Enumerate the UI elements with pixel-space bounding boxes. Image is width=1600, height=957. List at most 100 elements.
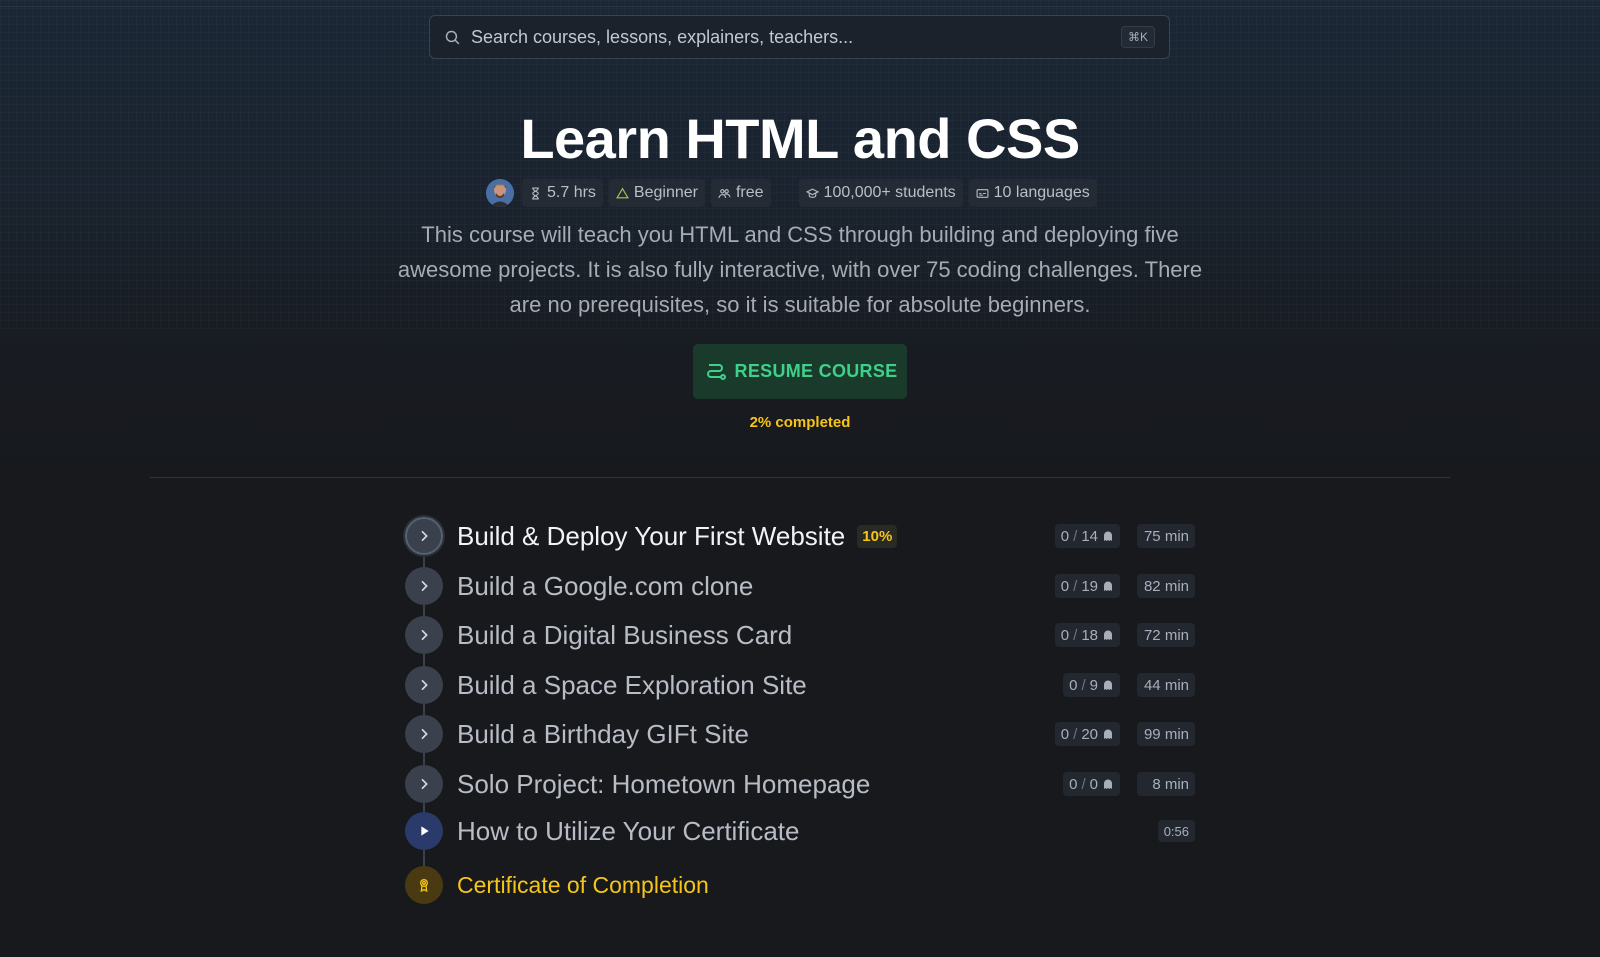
chevron-right-icon [421,778,428,790]
course-description: This course will teach you HTML and CSS … [397,222,1203,317]
ghost-icon [1104,729,1112,739]
challenges-total: 20 [1081,725,1098,743]
lesson-duration: 99 min [1137,722,1195,746]
course-meta: 5.7 hrs Beginner free 100,000+ students … [486,179,1097,207]
challenges-total: 0 [1089,775,1098,793]
expand-button[interactable] [405,666,443,704]
play-icon [421,826,429,836]
play-button[interactable] [405,812,443,850]
lesson-row[interactable]: Solo Project: Hometown Homepage 0/0 8 min [405,764,1195,804]
lesson-duration: 44 min [1137,673,1195,697]
challenges-done: 0 [1060,577,1070,595]
lesson-row[interactable]: Build a Google.com clone 0/19 82 min [405,566,1195,606]
video-title: How to Utilize Your Certificate [457,815,800,846]
video-row[interactable]: How to Utilize Your Certificate 0:56 [405,811,1195,851]
lesson-duration: 82 min [1137,574,1195,598]
challenges-total: 9 [1089,676,1098,694]
lesson-stats: 0/20 99 min [1054,722,1195,746]
lesson-stats: 0/19 82 min [1054,574,1195,598]
challenges-done: 0 [1069,676,1078,694]
duration-text: 5.7 hrs [547,184,596,201]
challenges-done: 0 [1060,527,1070,545]
ghost-icon [1104,630,1112,640]
ghost-icon [1104,531,1112,541]
lesson-row[interactable]: Build a Space Exploration Site 0/9 44 min [405,665,1195,705]
students-chip: 100,000+ students [798,179,963,207]
people-icon [718,188,731,198]
chevron-right-icon [421,728,428,740]
duration-chip: 5.7 hrs [522,179,603,207]
count-separator: / [1081,676,1086,694]
students-text: 100,000+ students [823,184,956,201]
certificate-row[interactable]: Certificate of Completion [405,865,1195,905]
challenges-done: 0 [1069,775,1078,793]
progress-text: 2% completed [749,414,851,431]
lesson-title: Build a Digital Business Card [457,619,793,650]
lesson-row[interactable]: Build & Deploy Your First Website 10% 0/14… [405,516,1195,556]
count-separator: / [1073,527,1078,545]
subtitles-icon [976,188,989,198]
challenge-count: 0/0 [1063,772,1120,796]
expand-button[interactable] [405,616,443,654]
lesson-progress-badge: 10% [857,524,898,548]
expand-button[interactable] [405,765,443,803]
challenges-done: 0 [1060,626,1070,644]
course-title: Learn HTML and CSS [520,107,1080,170]
resume-course-label: RESUME COURSE [734,361,898,381]
lesson-row[interactable]: Build a Birthday GIFt Site 0/20 99 min [405,714,1195,754]
expand-button[interactable] [405,567,443,605]
lesson-title: Build a Birthday GIFt Site [457,718,749,749]
count-separator: / [1073,626,1078,644]
certificate-node [405,866,443,904]
graduation-icon [805,188,819,198]
challenges-total: 14 [1081,527,1098,545]
price-text: free [735,184,764,201]
count-separator: / [1081,775,1086,793]
teacher-avatar[interactable] [486,179,514,207]
challenges-total: 18 [1081,626,1098,644]
count-separator: / [1073,725,1078,743]
search-shortcut-badge: ⌘K [1120,26,1155,48]
certificate-title: Certificate of Completion [457,871,709,898]
challenge-count: 0/14 [1054,524,1120,548]
ghost-icon [1104,680,1112,690]
lesson-title: Solo Project: Hometown Homepage [457,768,871,799]
lesson-stats: 0/0 8 min [1063,772,1195,796]
languages-text: 10 languages [993,184,1090,201]
award-icon [420,879,428,893]
chevron-right-icon [421,580,428,592]
level-chip: Beginner [608,179,705,207]
hourglass-icon [532,187,539,199]
expand-button[interactable] [405,517,443,555]
lesson-stats: 0/14 75 min [1054,524,1195,548]
lesson-duration: 8 min [1137,772,1195,796]
ghost-icon [1104,779,1112,789]
resume-course-button[interactable]: RESUME COURSE [693,344,907,399]
count-separator: / [1073,577,1078,595]
expand-button[interactable] [405,715,443,753]
challenge-count: 0/18 [1054,623,1120,647]
level-text: Beginner [633,184,698,201]
challenge-count: 0/20 [1054,722,1120,746]
chevron-right-icon [421,679,428,691]
lesson-duration: 75 min [1137,524,1195,548]
chevron-right-icon [421,530,428,542]
search-bar[interactable]: ⌘K [429,15,1170,59]
lesson-stats: 0/9 44 min [1063,673,1195,697]
lesson-row[interactable]: Build a Digital Business Card 0/18 72 min [405,615,1195,655]
search-input[interactable] [471,26,1121,48]
languages-chip: 10 languages [968,179,1097,207]
lesson-duration: 72 min [1137,623,1195,647]
search-icon [445,30,460,44]
top-border [0,6,1600,7]
challenges-total: 19 [1081,577,1098,595]
ghost-icon [1104,581,1112,591]
section-divider [150,477,1450,478]
triangle-icon [616,187,629,198]
challenge-count: 0/19 [1054,574,1120,598]
lesson-title: Build a Space Exploration Site [457,669,807,700]
path-icon [706,363,726,380]
chevron-right-icon [421,629,428,641]
challenge-count: 0/9 [1063,673,1120,697]
video-duration: 0:56 [1157,820,1195,842]
